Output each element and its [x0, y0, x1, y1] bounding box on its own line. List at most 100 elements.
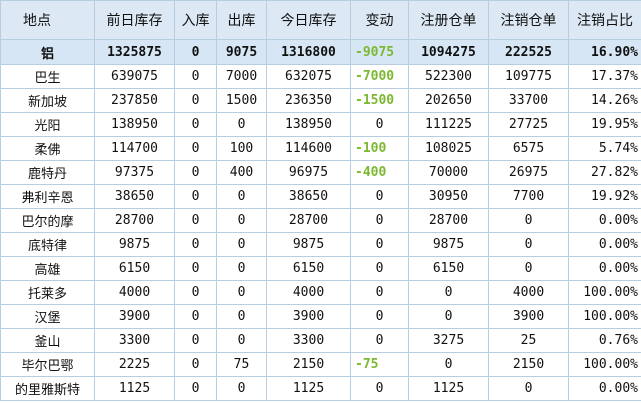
cell-ratio: 0.00%	[568, 208, 641, 233]
table-row: 巴尔的摩 28700 0 0 28700 0 28700 0 0.00%	[0, 208, 641, 233]
cell-out: 1500	[216, 88, 267, 113]
cell-prev: 28700	[94, 208, 175, 233]
cell-location: 汉堡	[0, 304, 95, 329]
header-location: 地点	[0, 0, 95, 40]
table-row: 柔佛 114700 0 100 114600 -100 108025 6575 5.74%	[0, 136, 641, 161]
cell-today: 6150	[266, 256, 351, 281]
cell-today: 3300	[266, 328, 351, 353]
table-row: 底特律 9875 0 0 9875 0 9875 0 0.00%	[0, 232, 641, 257]
cell-registered: 30950	[408, 184, 489, 209]
cell-location: 巴生	[0, 64, 95, 89]
cell-out: 75	[216, 352, 267, 377]
cell-change: -1500	[350, 88, 409, 113]
cell-today: 114600	[266, 136, 351, 161]
cell-ratio: 14.26%	[568, 88, 641, 113]
cell-location: 托莱多	[0, 280, 95, 305]
cell-location: 新加坡	[0, 88, 95, 113]
header-row: 地点 前日库存 入库 出库 今日库存 变动 注册仓单 注销仓单 注销占比	[0, 0, 641, 40]
table-row: 鹿特丹 97375 0 400 96975 -400 70000 26975 27.82%	[0, 160, 641, 185]
cell-ratio: 17.37%	[568, 64, 641, 89]
cell-today: 632075	[266, 64, 351, 89]
cell-registered: 0	[408, 304, 489, 329]
cell-registered: 0	[408, 352, 489, 377]
cell-in: 0	[174, 376, 217, 401]
cell-prev: 2225	[94, 352, 175, 377]
cell-cancelled: 0	[488, 376, 569, 401]
cell-out: 0	[216, 184, 267, 209]
cell-today: 1125	[266, 376, 351, 401]
total-today: 1316800	[266, 39, 351, 65]
cell-cancelled: 26975	[488, 160, 569, 185]
total-row: 铝 1325875 0 9075 1316800 -9075 1094275 2…	[0, 39, 641, 65]
cell-in: 0	[174, 256, 217, 281]
cell-ratio: 100.00%	[568, 352, 641, 377]
cell-today: 9875	[266, 232, 351, 257]
cell-today: 138950	[266, 112, 351, 137]
cell-registered: 28700	[408, 208, 489, 233]
table-row: 釜山 3300 0 0 3300 0 3275 25 0.76%	[0, 328, 641, 353]
cell-change: 0	[350, 232, 409, 257]
cell-prev: 114700	[94, 136, 175, 161]
cell-ratio: 0.00%	[568, 376, 641, 401]
total-change: -9075	[350, 39, 409, 65]
cell-registered: 0	[408, 280, 489, 305]
cell-in: 0	[174, 160, 217, 185]
cell-ratio: 100.00%	[568, 304, 641, 329]
cell-out: 100	[216, 136, 267, 161]
cell-location: 底特律	[0, 232, 95, 257]
cell-in: 0	[174, 112, 217, 137]
cell-cancelled: 3900	[488, 304, 569, 329]
cell-prev: 639075	[94, 64, 175, 89]
cell-registered: 108025	[408, 136, 489, 161]
header-inbound: 入库	[174, 0, 217, 40]
cell-location: 高雄	[0, 256, 95, 281]
cell-change: 0	[350, 112, 409, 137]
cell-change: -7000	[350, 64, 409, 89]
cell-cancelled: 109775	[488, 64, 569, 89]
cell-prev: 97375	[94, 160, 175, 185]
header-outbound: 出库	[216, 0, 267, 40]
cell-prev: 9875	[94, 232, 175, 257]
cell-ratio: 5.74%	[568, 136, 641, 161]
cell-prev: 3300	[94, 328, 175, 353]
header-cancelled: 注销仓单	[488, 0, 569, 40]
cell-in: 0	[174, 280, 217, 305]
header-prev-stock: 前日库存	[94, 0, 175, 40]
cell-change: 0	[350, 208, 409, 233]
header-registered: 注册仓单	[408, 0, 489, 40]
cell-change: -75	[350, 352, 409, 377]
cell-cancelled: 25	[488, 328, 569, 353]
total-location: 铝	[0, 39, 95, 65]
cell-out: 0	[216, 256, 267, 281]
cell-change: 0	[350, 376, 409, 401]
cell-cancelled: 4000	[488, 280, 569, 305]
cell-in: 0	[174, 184, 217, 209]
cell-cancelled: 6575	[488, 136, 569, 161]
cell-ratio: 0.76%	[568, 328, 641, 353]
cell-today: 2150	[266, 352, 351, 377]
cell-ratio: 0.00%	[568, 256, 641, 281]
total-cancelled: 222525	[488, 39, 569, 65]
total-out: 9075	[216, 39, 267, 65]
cell-location: 弗利辛恩	[0, 184, 95, 209]
cell-change: 0	[350, 184, 409, 209]
cell-today: 38650	[266, 184, 351, 209]
cell-location: 光阳	[0, 112, 95, 137]
cell-registered: 522300	[408, 64, 489, 89]
cell-registered: 70000	[408, 160, 489, 185]
cell-in: 0	[174, 208, 217, 233]
cell-ratio: 100.00%	[568, 280, 641, 305]
table-row: 巴生 639075 0 7000 632075 -7000 522300 109775 17.3…	[0, 64, 641, 89]
cell-out: 0	[216, 232, 267, 257]
cell-change: -100	[350, 136, 409, 161]
table-row: 新加坡 237850 0 1500 236350 -1500 202650 33700 14.2…	[0, 88, 641, 113]
cell-today: 4000	[266, 280, 351, 305]
cell-registered: 202650	[408, 88, 489, 113]
cell-out: 7000	[216, 64, 267, 89]
table-row: 托莱多 4000 0 0 4000 0 0 4000 100.00%	[0, 280, 641, 305]
cell-cancelled: 7700	[488, 184, 569, 209]
cell-cancelled: 0	[488, 232, 569, 257]
cell-in: 0	[174, 64, 217, 89]
cell-in: 0	[174, 88, 217, 113]
cell-out: 400	[216, 160, 267, 185]
